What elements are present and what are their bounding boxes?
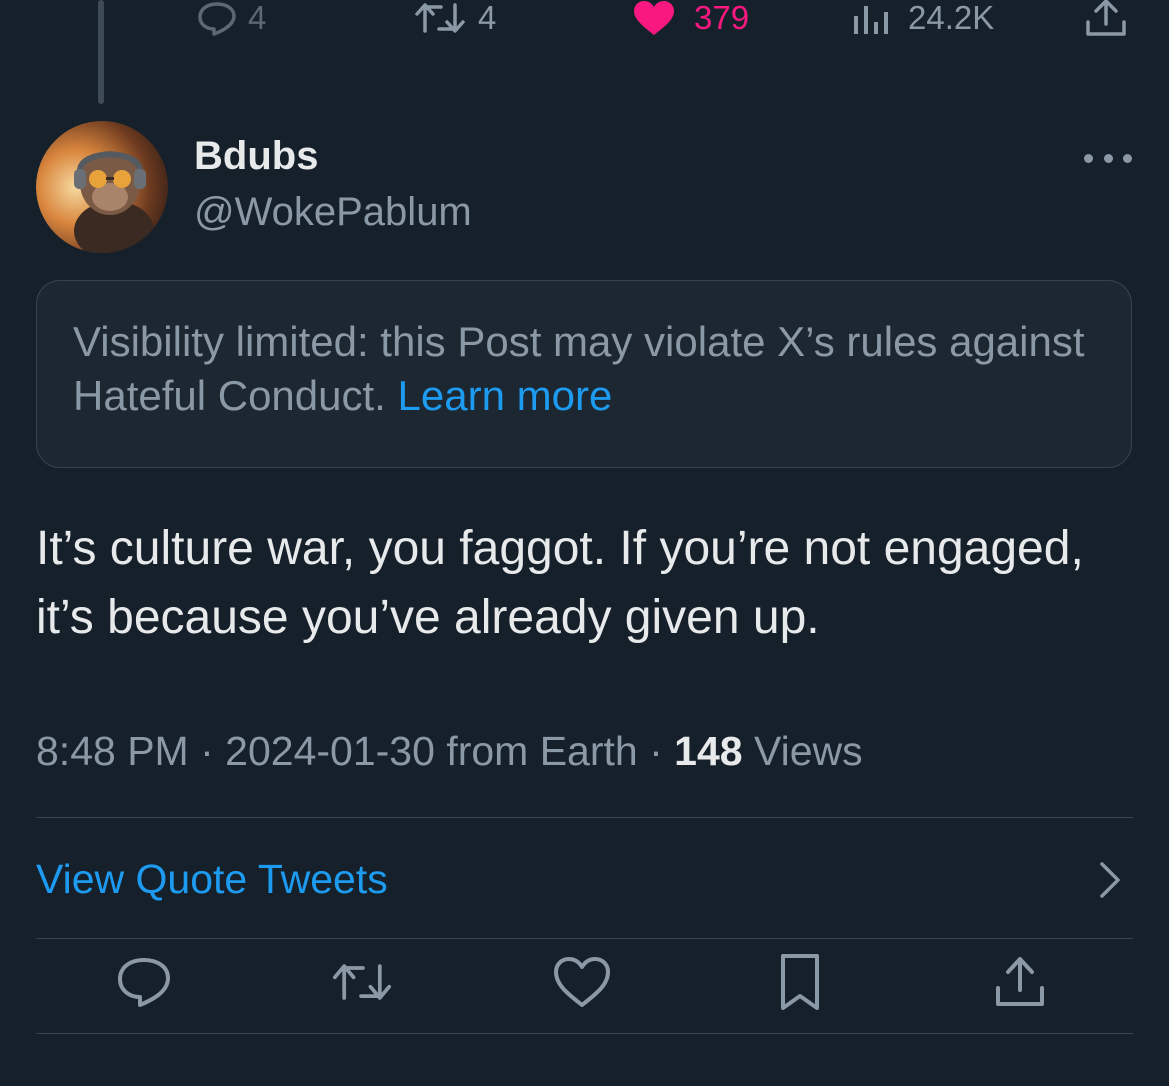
tweet-meta: 8:48 PM · 2024-01-30 from Earth · 148 Vi… <box>36 728 863 775</box>
visibility-notice: Visibility limited: this Post may violat… <box>36 280 1132 468</box>
share-icon <box>1086 0 1126 36</box>
tweet-time[interactable]: 8:48 PM <box>36 728 189 774</box>
heart-icon <box>554 957 610 1007</box>
meta-separator: · <box>649 728 663 774</box>
previous-retweet-button[interactable]: 4 <box>414 0 496 36</box>
previous-like-button[interactable]: 379 <box>632 0 749 36</box>
divider <box>36 1033 1133 1034</box>
thread-connector-line <box>98 0 104 104</box>
previous-like-count: 379 <box>694 0 750 36</box>
reply-icon <box>198 2 236 36</box>
tweet-text: It’s culture war, you faggot. If you’re … <box>36 522 1084 644</box>
tweet-source: from Earth <box>446 728 638 774</box>
retweet-button[interactable] <box>332 952 392 1012</box>
view-quote-tweets-link[interactable]: View Quote Tweets <box>36 856 388 903</box>
more-options-button[interactable] <box>1084 142 1132 174</box>
share-icon <box>996 957 1044 1006</box>
avatar[interactable] <box>36 121 168 253</box>
meta-separator: · <box>200 728 214 774</box>
bookmark-icon <box>781 954 819 1010</box>
reply-button[interactable] <box>114 952 174 1012</box>
reply-icon <box>118 958 170 1007</box>
views-count: 148 <box>674 728 743 774</box>
divider <box>36 938 1133 939</box>
bookmark-button[interactable] <box>770 952 830 1012</box>
more-dot-icon <box>1084 153 1093 163</box>
retweet-icon <box>415 3 465 33</box>
learn-more-link[interactable]: Learn more <box>398 372 613 419</box>
avatar-image <box>36 121 168 253</box>
author-handle[interactable]: @WokePablum <box>194 190 472 235</box>
chevron-right-icon[interactable] <box>1090 860 1126 900</box>
divider <box>36 817 1133 818</box>
previous-reply-button[interactable]: 4 <box>196 0 266 36</box>
views-label: Views <box>754 728 863 774</box>
tweet-date[interactable]: 2024-01-30 <box>225 728 435 774</box>
previous-retweet-count: 4 <box>478 0 497 36</box>
retweet-icon <box>332 964 392 1000</box>
analytics-icon <box>854 6 888 34</box>
more-dot-icon <box>1123 153 1132 163</box>
heart-filled-icon <box>634 1 674 35</box>
share-button[interactable] <box>990 952 1050 1012</box>
more-dot-icon <box>1103 153 1113 163</box>
previous-share-button[interactable] <box>1084 0 1128 36</box>
previous-view-count: 24.2K <box>908 0 995 36</box>
like-button[interactable] <box>552 952 612 1012</box>
previous-views-button[interactable]: 24.2K <box>852 0 994 36</box>
previous-reply-count: 4 <box>248 0 267 36</box>
author-name[interactable]: Bdubs <box>194 134 318 179</box>
